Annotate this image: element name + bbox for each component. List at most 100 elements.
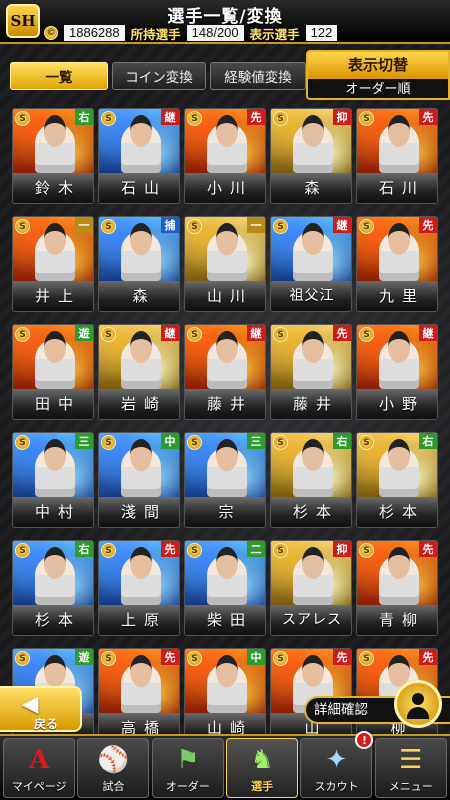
- player-card[interactable]: S 先高橋: [98, 648, 180, 744]
- player-name: 青柳: [357, 605, 437, 635]
- owned-players-label: 所持選手: [130, 26, 181, 42]
- position-badge: 抑: [333, 109, 351, 125]
- coin-icon: S: [187, 327, 202, 342]
- coin-icon: S: [101, 543, 116, 558]
- coin-icon: S: [273, 651, 288, 666]
- player-card[interactable]: S 先小川: [184, 108, 266, 204]
- player-card[interactable]: S 継祖父江: [270, 216, 352, 312]
- player-card[interactable]: S 一山川: [184, 216, 266, 312]
- tab-list[interactable]: 一覧: [10, 62, 108, 90]
- nav-players[interactable]: ♞ 選手: [226, 738, 299, 798]
- coin-icon: S: [15, 543, 30, 558]
- position-badge: 先: [419, 541, 437, 557]
- player-card[interactable]: S 中淺間: [98, 432, 180, 528]
- player-name: 淺間: [99, 497, 179, 527]
- coin-icon: S: [273, 327, 288, 342]
- coin-icon: S: [359, 435, 374, 450]
- player-name: 中村: [13, 497, 93, 527]
- player-figure: [121, 655, 161, 713]
- nav-order-label: オーダー: [165, 780, 210, 793]
- tab-coin-convert[interactable]: コイン変換: [112, 62, 206, 90]
- coin-icon: S: [359, 111, 374, 126]
- coin-icon: S: [101, 435, 116, 450]
- status-bar: © 1886288 所持選手 148/200 表示選手 122: [44, 24, 446, 42]
- header-bar: SH 選手一覧/変換 © 1886288 所持選手 148/200 表示選手 1…: [0, 0, 450, 44]
- player-card[interactable]: S 一井上: [12, 216, 94, 312]
- position-badge: 先: [247, 109, 265, 125]
- player-card[interactable]: S 右杉本: [356, 432, 438, 528]
- position-badge: 一: [247, 217, 265, 233]
- coin-icon: S: [187, 651, 202, 666]
- player-card[interactable]: S 中山崎: [184, 648, 266, 744]
- player-card[interactable]: S 先九里: [356, 216, 438, 312]
- nav-scout[interactable]: ! ✦ スカウト: [300, 731, 374, 798]
- back-button[interactable]: ◀ 戻る: [0, 686, 82, 732]
- player-figure: [293, 115, 333, 173]
- player-name: 森: [271, 173, 351, 203]
- position-badge: 継: [247, 325, 265, 341]
- nav-menu[interactable]: ☰ メニュー: [374, 738, 447, 798]
- person-head-shape: [412, 693, 424, 705]
- player-card[interactable]: S 先藤井: [270, 324, 352, 420]
- shown-players-label: 表示選手: [249, 26, 300, 42]
- back-arrow-icon: ◀: [21, 691, 39, 717]
- nav-order[interactable]: ⚑ オーダー: [151, 738, 224, 798]
- player-figure: [207, 547, 247, 605]
- coin-icon: S: [187, 219, 202, 234]
- player-figure: [35, 439, 75, 497]
- player-figure: [121, 547, 161, 605]
- nav-mypage[interactable]: A マイページ: [3, 738, 76, 798]
- display-toggle-button[interactable]: 表示切替 オーダー順: [306, 50, 450, 100]
- player-figure: [379, 547, 419, 605]
- player-card[interactable]: S 右杉本: [270, 432, 352, 528]
- nav-game-label: 試合: [102, 780, 125, 793]
- position-badge: 継: [333, 217, 351, 233]
- player-card[interactable]: S 遊田中: [12, 324, 94, 420]
- player-figure: [121, 115, 161, 173]
- player-figure: [207, 115, 247, 173]
- player-card[interactable]: S 継小野: [356, 324, 438, 420]
- player-figure: [207, 223, 247, 281]
- player-card[interactable]: S 抑スアレス: [270, 540, 352, 636]
- tab-bar: 一覧 コイン変換 経験値変換: [10, 62, 306, 90]
- player-card[interactable]: S 右杉本: [12, 540, 94, 636]
- player-card[interactable]: S 捕森: [98, 216, 180, 312]
- position-badge: 右: [75, 541, 93, 557]
- player-card[interactable]: S 三中村: [12, 432, 94, 528]
- shown-players-value: 122: [305, 25, 338, 41]
- player-card[interactable]: S 抑森: [270, 108, 352, 204]
- position-badge: 三: [75, 433, 93, 449]
- player-card[interactable]: S 先上原: [98, 540, 180, 636]
- position-badge: 先: [419, 217, 437, 233]
- owned-players-value: 148/200: [186, 25, 244, 41]
- order-field-icon: ⚑: [176, 745, 200, 775]
- position-badge: 右: [75, 109, 93, 125]
- player-card[interactable]: S 継石山: [98, 108, 180, 204]
- coin-icon: S: [15, 651, 30, 666]
- nav-game[interactable]: ⚾ 試合: [77, 738, 150, 798]
- mypage-icon: A: [29, 745, 50, 775]
- player-name: 上原: [99, 605, 179, 635]
- player-card[interactable]: S 右鈴木: [12, 108, 94, 204]
- player-detail-icon[interactable]: [394, 680, 442, 728]
- player-figure: [293, 439, 333, 497]
- position-badge: 先: [419, 649, 437, 665]
- coin-icon: S: [101, 111, 116, 126]
- position-badge: 二: [247, 541, 265, 557]
- player-card[interactable]: S 先青柳: [356, 540, 438, 636]
- player-card[interactable]: S 継岩崎: [98, 324, 180, 420]
- coin-icon: S: [15, 219, 30, 234]
- batter-icon: ♞: [250, 745, 274, 775]
- position-badge: 抑: [333, 541, 351, 557]
- position-badge: 右: [333, 433, 351, 449]
- player-name: スアレス: [271, 605, 351, 635]
- player-card[interactable]: S 継藤井: [184, 324, 266, 420]
- nav-mypage-label: マイページ: [11, 780, 67, 793]
- player-figure: [379, 115, 419, 173]
- player-name: 杉本: [271, 497, 351, 527]
- player-card[interactable]: S 三宗: [184, 432, 266, 528]
- tab-exp-convert[interactable]: 経験値変換: [210, 62, 306, 90]
- player-card[interactable]: S 二柴田: [184, 540, 266, 636]
- player-figure: [293, 547, 333, 605]
- player-card[interactable]: S 先石川: [356, 108, 438, 204]
